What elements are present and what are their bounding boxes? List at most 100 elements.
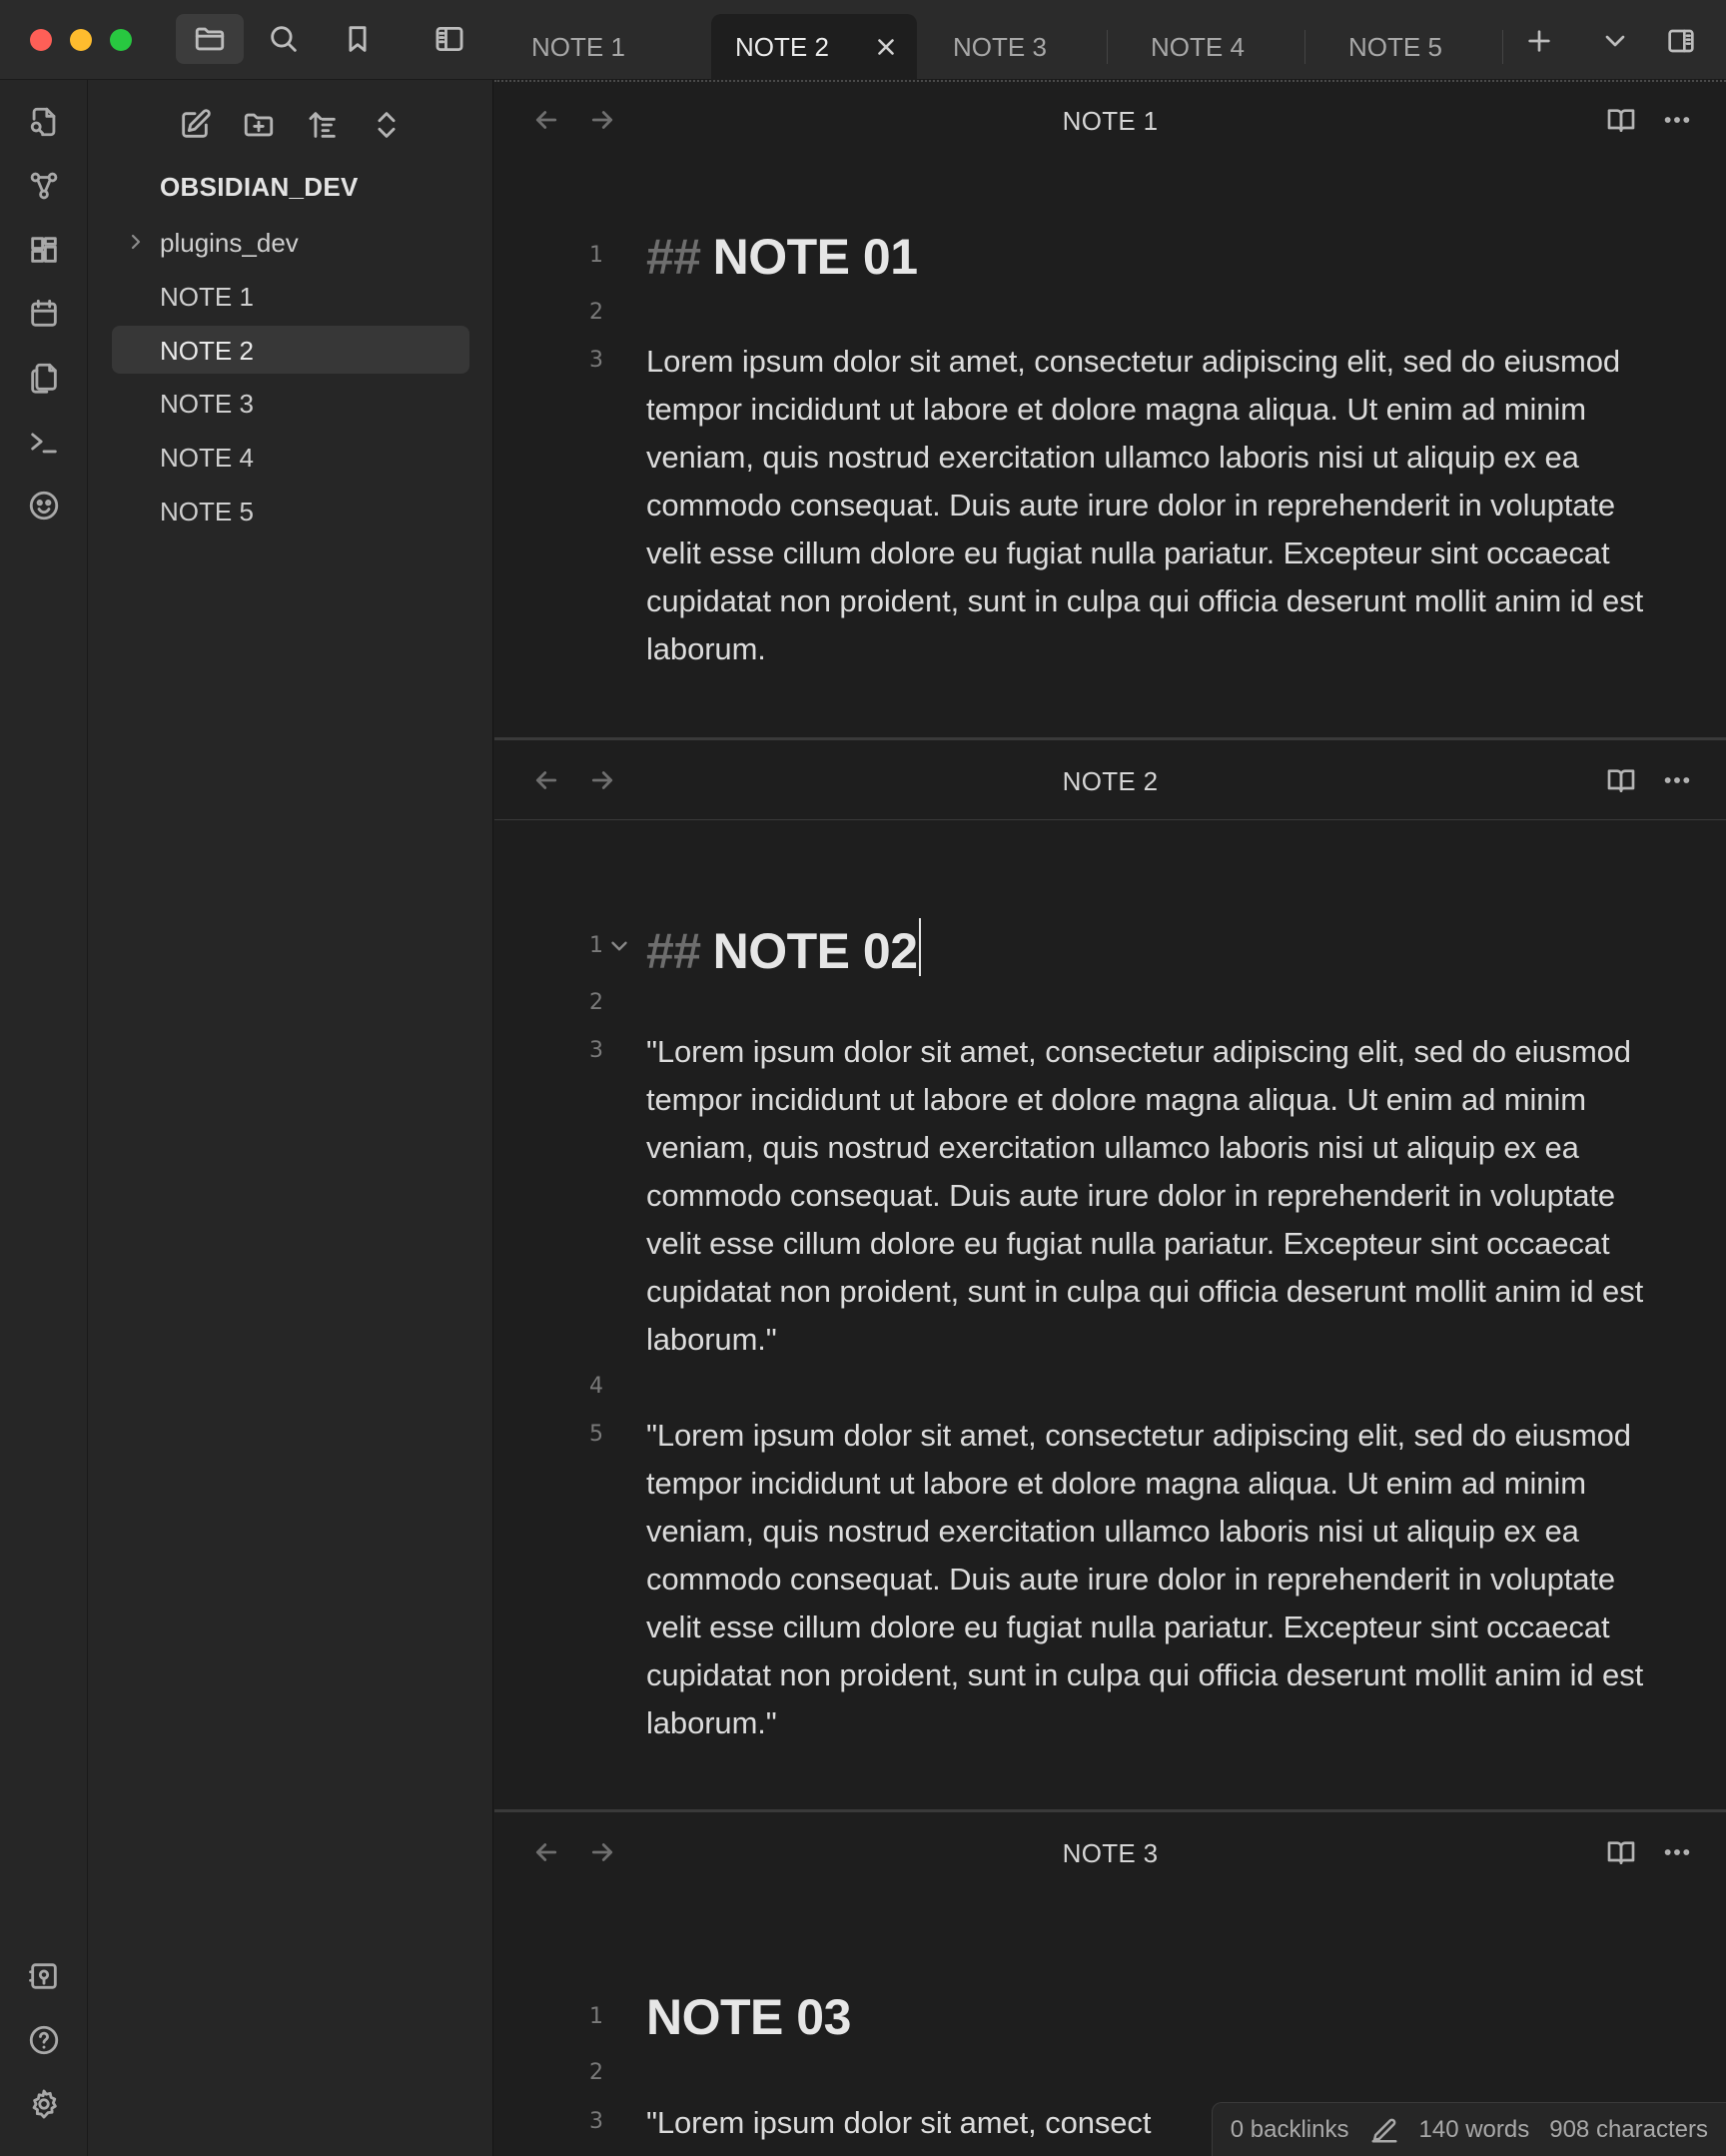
line-number: 5	[589, 1422, 603, 1447]
more-options-button[interactable]	[1655, 1830, 1699, 1874]
book-open-icon	[1607, 1841, 1635, 1864]
note-heading[interactable]: ## NOTE 01	[646, 228, 918, 286]
paragraph[interactable]: "Lorem ipsum dolor sit amet, consectetur…	[646, 1412, 1655, 1747]
search-icon	[271, 26, 297, 52]
line-number: 3	[589, 1038, 603, 1063]
heading-marker: ##	[646, 229, 701, 285]
tree-item-label: NOTE 5	[160, 497, 254, 527]
face-icon	[29, 491, 59, 521]
reading-view-button[interactable]	[1599, 1830, 1643, 1874]
tab-list-button[interactable]	[1592, 18, 1638, 64]
tab-label: NOTE 2	[735, 31, 829, 62]
canvas-button[interactable]	[20, 226, 68, 274]
close-tab-button[interactable]	[873, 34, 899, 60]
tab-note-3[interactable]: NOTE 3	[929, 14, 1115, 80]
vault-icon	[29, 1963, 57, 1989]
search-button[interactable]	[250, 14, 318, 64]
quick-switcher-button[interactable]	[20, 98, 68, 146]
tree-file-note-5[interactable]: NOTE 5	[112, 487, 469, 535]
backlinks-count[interactable]: 0 backlinks	[1231, 2116, 1349, 2144]
new-folder-button[interactable]	[236, 102, 282, 148]
help-button[interactable]	[20, 2016, 68, 2064]
fold-heading-button[interactable]	[606, 933, 632, 959]
sidebar-toggle-icon	[435, 26, 463, 52]
open-vault-button[interactable]	[20, 1952, 68, 2000]
command-palette-button[interactable]	[20, 418, 68, 466]
collapse-icon	[378, 112, 396, 138]
note-heading[interactable]: ## NOTE 02	[646, 918, 921, 980]
bookmark-icon	[349, 26, 367, 52]
collapse-all-button[interactable]	[364, 102, 410, 148]
help-icon	[29, 2025, 59, 2055]
close-window-button[interactable]	[30, 29, 52, 51]
paragraph[interactable]: Lorem ipsum dolor sit amet, consectetur …	[646, 338, 1655, 673]
tab-label: NOTE 4	[1151, 31, 1245, 62]
more-options-button[interactable]	[1655, 98, 1699, 142]
title-bar: NOTE 1 NOTE 2 NOTE 3 NOTE 4 NOTE 5	[0, 0, 1726, 80]
chevron-right-icon	[124, 230, 148, 254]
quick-switcher-icon	[30, 107, 56, 137]
tab-label: NOTE 5	[1348, 31, 1442, 62]
editor-pane-note-2: NOTE 2 1 ## NOTE 02 2 3 "Lorem ipsum dolo…	[494, 740, 1726, 1809]
more-horizontal-icon	[1664, 777, 1690, 783]
tree-item-label: plugins_dev	[160, 228, 299, 258]
tree-file-note-2[interactable]: NOTE 2	[112, 326, 469, 374]
book-open-icon	[1607, 769, 1635, 792]
heading-text: NOTE 02	[712, 923, 918, 979]
character-count: 908 characters	[1549, 2115, 1708, 2143]
editor-pane-note-1: NOTE 1 1 ## NOTE 01 2 3 Lorem ipsum dolor…	[494, 80, 1726, 737]
tree-file-note-3[interactable]: NOTE 3	[112, 379, 469, 427]
tree-folder-plugins-dev[interactable]: plugins_dev	[112, 218, 469, 266]
pane-header: NOTE 1	[494, 80, 1726, 160]
settings-button[interactable]	[20, 2080, 68, 2128]
tree-file-note-1[interactable]: NOTE 1	[112, 272, 469, 320]
new-note-icon	[182, 109, 211, 138]
pane-title[interactable]: NOTE 1	[494, 106, 1726, 137]
vault-name[interactable]: OBSIDIAN_DEV	[160, 172, 359, 203]
tab-divider	[1304, 30, 1305, 64]
graph-view-button[interactable]	[20, 162, 68, 210]
tab-note-1[interactable]: NOTE 1	[507, 14, 699, 80]
zoom-window-button[interactable]	[110, 29, 132, 51]
right-sidebar-icon	[1668, 29, 1694, 53]
pane-header: NOTE 3	[494, 1812, 1726, 1892]
paragraph[interactable]: "Lorem ipsum dolor sit amet, consectetur…	[646, 1028, 1655, 1364]
tree-item-label: NOTE 3	[160, 389, 254, 419]
file-explorer-button[interactable]	[176, 14, 244, 64]
line-number: 1	[589, 2004, 603, 2029]
reading-view-button[interactable]	[1599, 758, 1643, 802]
tab-note-4[interactable]: NOTE 4	[1127, 14, 1312, 80]
toggle-right-sidebar-button[interactable]	[1658, 18, 1704, 64]
more-options-button[interactable]	[1655, 758, 1699, 802]
plugin-button[interactable]	[20, 482, 68, 530]
line-number: 2	[589, 2060, 603, 2085]
sort-icon	[309, 112, 336, 138]
pane-header: NOTE 2	[494, 740, 1726, 820]
new-note-button[interactable]	[172, 102, 218, 148]
note-heading[interactable]: NOTE 03	[646, 1988, 851, 2046]
tree-file-note-4[interactable]: NOTE 4	[112, 433, 469, 481]
pencil-icon[interactable]	[1369, 2115, 1399, 2145]
daily-note-button[interactable]	[20, 290, 68, 338]
minimize-window-button[interactable]	[70, 29, 92, 51]
bookmarks-button[interactable]	[324, 14, 392, 64]
graph-icon	[30, 172, 58, 200]
sort-button[interactable]	[300, 102, 346, 148]
heading-text: NOTE 01	[712, 229, 918, 285]
settings-icon	[32, 2089, 57, 2119]
tab-note-5[interactable]: NOTE 5	[1324, 14, 1510, 80]
tab-label: NOTE 3	[953, 31, 1047, 62]
templates-button[interactable]	[20, 354, 68, 402]
more-horizontal-icon	[1664, 1849, 1690, 1855]
book-open-icon	[1607, 109, 1635, 132]
more-horizontal-icon	[1664, 117, 1690, 123]
toggle-sidebar-button[interactable]	[416, 14, 483, 64]
pane-title[interactable]: NOTE 2	[494, 766, 1726, 797]
line-number: 3	[589, 348, 603, 373]
new-tab-button[interactable]	[1516, 18, 1562, 64]
pane-title[interactable]: NOTE 3	[494, 1838, 1726, 1869]
reading-view-button[interactable]	[1599, 98, 1643, 142]
tab-note-2[interactable]: NOTE 2	[711, 14, 917, 80]
file-explorer-toolbar	[88, 100, 492, 150]
tree-item-label: NOTE 1	[160, 282, 254, 312]
